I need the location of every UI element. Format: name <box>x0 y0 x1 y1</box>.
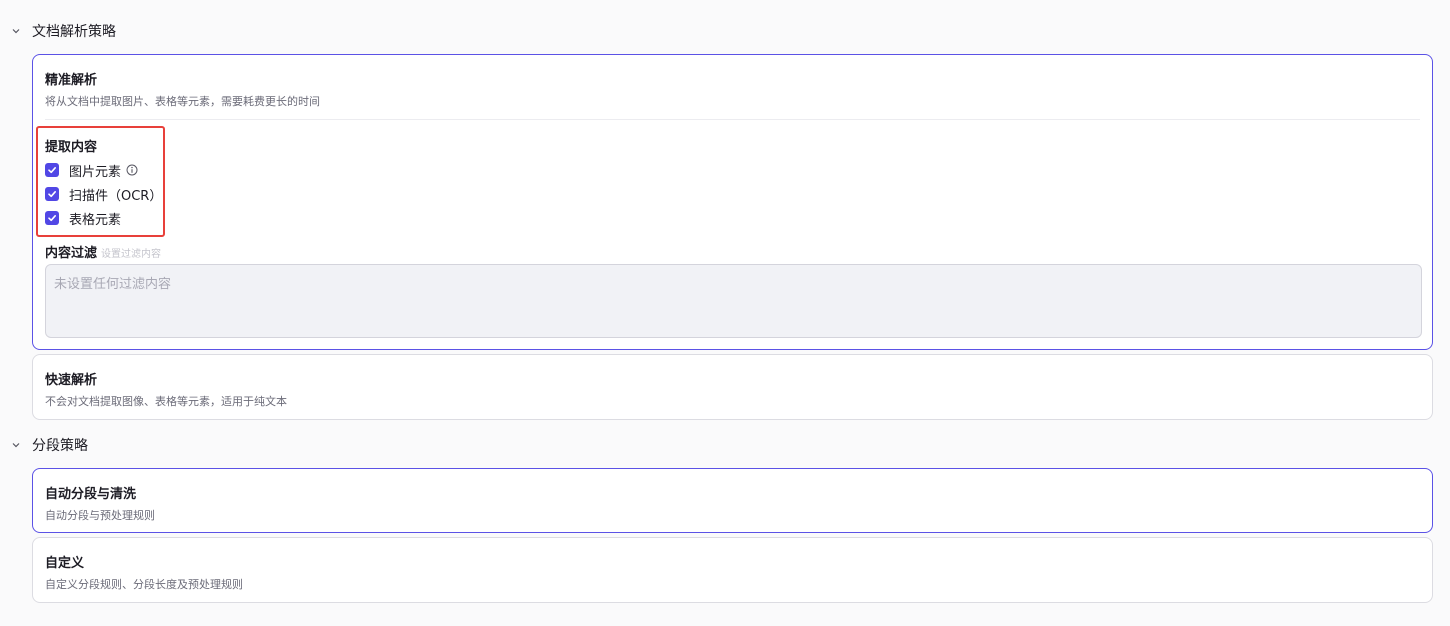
parse-section-header[interactable]: 文档解析策略 <box>10 20 116 42</box>
checkbox-checked-icon[interactable] <box>45 187 59 201</box>
checkbox-label: 图片元素 <box>69 164 122 180</box>
segment-section-header[interactable]: 分段策略 <box>10 434 88 456</box>
chevron-down-icon <box>10 439 22 451</box>
content-filter-hint: 设置过滤内容 <box>101 249 162 260</box>
info-icon[interactable] <box>126 164 138 176</box>
custom-segment-title: 自定义 <box>45 556 85 571</box>
checkbox-checked-icon[interactable] <box>45 211 59 225</box>
precise-parse-title: 精准解析 <box>45 73 98 88</box>
fast-parse-title: 快速解析 <box>45 373 98 388</box>
auto-segment-card[interactable]: 自动分段与清洗 自动分段与预处理规则 <box>32 468 1433 533</box>
checkbox-checked-icon[interactable] <box>45 163 59 177</box>
chevron-down-icon <box>10 25 22 37</box>
page: 文档解析策略 精准解析 将从文档中提取图片、表格等元素，需要耗费更长的时间 提取… <box>0 0 1450 626</box>
parse-section-title: 文档解析策略 <box>32 24 116 40</box>
checkbox-label: 扫描件（OCR） <box>69 188 163 204</box>
extract-content-title: 提取内容 <box>45 140 98 155</box>
divider <box>45 119 1420 120</box>
checkbox-table-elements[interactable]: 表格元素 <box>45 209 122 228</box>
checkbox-ocr[interactable]: 扫描件（OCR） <box>45 185 163 204</box>
custom-segment-desc: 自定义分段规则、分段长度及预处理规则 <box>45 578 243 591</box>
content-filter-title: 内容过滤 <box>45 246 98 261</box>
content-filter-input[interactable] <box>45 264 1422 338</box>
checkbox-image-elements[interactable]: 图片元素 <box>45 161 138 180</box>
content-filter-label: 内容过滤 设置过滤内容 <box>45 242 161 261</box>
auto-segment-desc: 自动分段与预处理规则 <box>45 509 155 522</box>
auto-segment-title: 自动分段与清洗 <box>45 487 137 502</box>
fast-parse-desc: 不会对文档提取图像、表格等元素，适用于纯文本 <box>45 395 287 408</box>
custom-segment-card[interactable]: 自定义 自定义分段规则、分段长度及预处理规则 <box>32 537 1433 603</box>
precise-parse-card[interactable]: 精准解析 将从文档中提取图片、表格等元素，需要耗费更长的时间 提取内容 图片元素… <box>32 54 1433 350</box>
fast-parse-card[interactable]: 快速解析 不会对文档提取图像、表格等元素，适用于纯文本 <box>32 354 1433 420</box>
segment-section-title: 分段策略 <box>32 438 88 454</box>
checkbox-label: 表格元素 <box>69 212 122 228</box>
precise-parse-desc: 将从文档中提取图片、表格等元素，需要耗费更长的时间 <box>45 95 320 108</box>
